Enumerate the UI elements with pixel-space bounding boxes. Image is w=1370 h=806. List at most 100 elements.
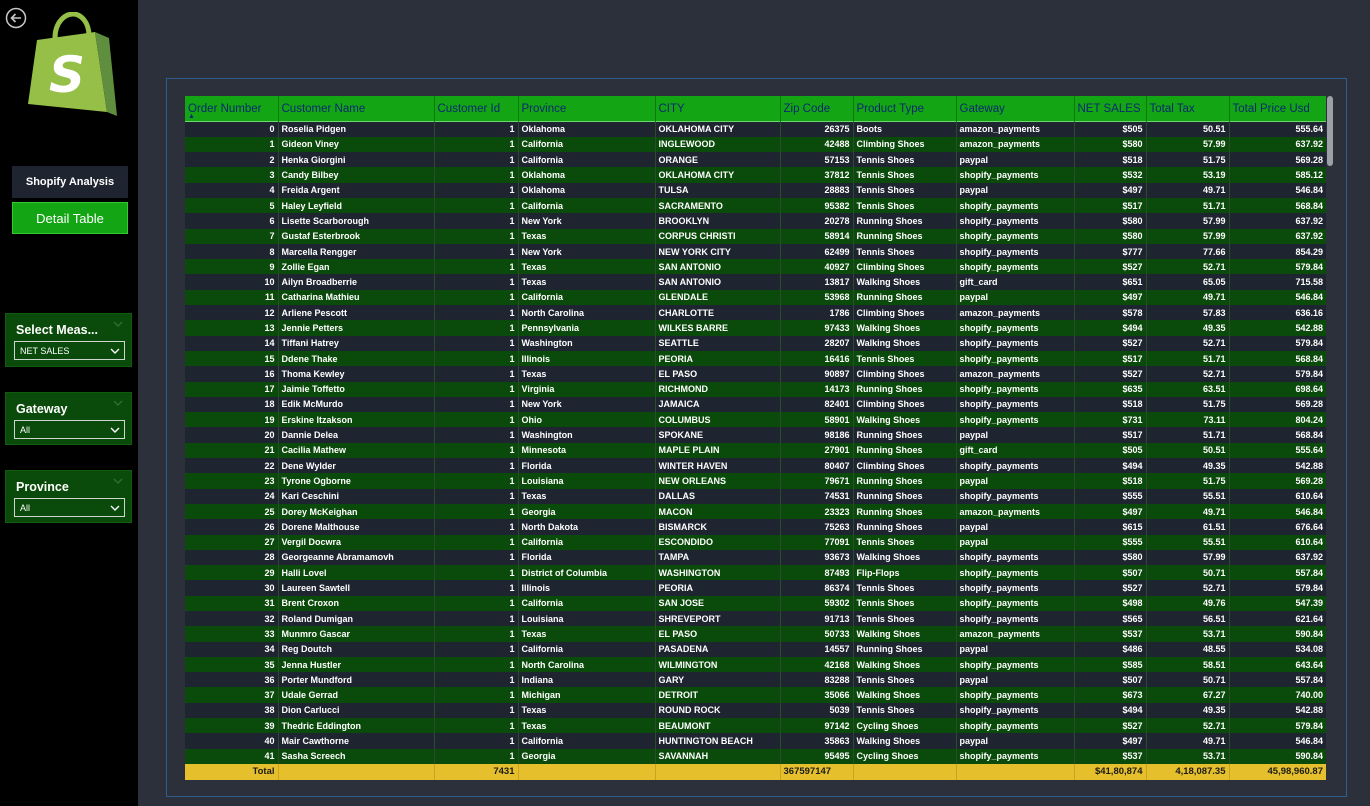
table-row[interactable]: 4 Freida Argent 1 Oklahoma TULSA 28883 Tennis … (185, 182, 1326, 198)
column-header-customer-id[interactable]: Customer Id (433, 96, 518, 122)
table-row[interactable]: 40 Mair Cawthorne 1 California HUNTINGTON BE… (185, 733, 1326, 749)
table-row[interactable]: 23 Tyrone Ogborne 1 Louisiana NEW ORLEANS 796… (185, 473, 1326, 489)
table-row[interactable]: 30 Laureen Sawtell 1 Illinois PEORIA 86374 Ten… (185, 580, 1326, 596)
table-row[interactable]: 34 Reg Doutch 1 California PASADENA 14557 Runn… (185, 641, 1326, 657)
cell-total-price-usd: 637.92 (1228, 213, 1326, 229)
cell-customer-id: 1 (433, 335, 518, 351)
table-row[interactable]: 14 Tiffani Hatrey 1 Washington SEATTLE 28207 W… (185, 335, 1326, 351)
back-arrow-icon[interactable] (5, 7, 27, 29)
cell-net-sales: $497 (1073, 503, 1146, 520)
table-row[interactable]: 25 Dorey McKeighan 1 Georgia MACON 23323 Runni… (185, 503, 1326, 520)
table-row[interactable]: 24 Kari Ceschini 1 Texas DALLAS 74531 Running … (185, 488, 1326, 504)
cell-total-price-usd: 568.84 (1228, 427, 1326, 443)
cell-total-tax: 50.51 (1145, 121, 1229, 137)
table-row[interactable]: 2 Henka Giorgini 1 California ORANGE 57153 Ten… (185, 152, 1326, 168)
column-header-total-tax[interactable]: Total Tax (1145, 96, 1229, 122)
chevron-down-icon[interactable] (113, 319, 123, 329)
cell-total-tax: 57.83 (1145, 305, 1229, 321)
table-row[interactable]: 17 Jaimie Toffetto 1 Virginia RICHMOND 14173 R… (185, 381, 1326, 397)
table-row[interactable]: 0 Roselia Pidgen 1 Oklahoma OKLAHOMA CITY 263… (185, 121, 1326, 137)
table-row[interactable]: 10 Ailyn Broadberrie 1 Texas SAN ANTONIO 1381… (185, 274, 1326, 290)
measure-dropdown[interactable]: NET SALES (14, 341, 125, 360)
column-header-city[interactable]: CITY (654, 96, 780, 122)
cell-city: SAN ANTONIO (654, 259, 780, 275)
table-row[interactable]: 15 Ddene Thake 1 Illinois PEORIA 16416 Tennis … (185, 350, 1326, 367)
chevron-down-icon[interactable] (113, 476, 123, 486)
column-header-gateway[interactable]: Gateway (955, 96, 1074, 122)
table-row[interactable]: 38 Dion Carlucci 1 Texas ROUND ROCK 5039 Tenni… (185, 702, 1326, 719)
cell-order-number: 12 (264, 307, 275, 318)
table-row[interactable]: 1 Gideon Viney 1 California INGLEWOOD 42488 Cl… (185, 136, 1326, 153)
cell-zip-code: 58901 (779, 412, 853, 428)
gateway-slicer: Gateway All (5, 392, 132, 445)
table-row[interactable]: 33 Munmro Gascar 1 Texas EL PASO 50733 Walking… (185, 626, 1326, 642)
table-row[interactable]: 3 Candy Bilbey 1 Oklahoma OKLAHOMA CITY 37812… (185, 167, 1326, 183)
table-row[interactable]: 39 Thedric Eddington 1 Texas BEAUMONT 97142 Cy… (185, 718, 1326, 734)
table-row[interactable]: 28 Georgeanne Abramamovh 1 Florida TAMPA 9367… (185, 549, 1326, 566)
column-header-order-number[interactable]: Order Number ▲ (185, 96, 278, 122)
cell-customer-id: 1 (433, 473, 518, 489)
cell-province: New York (517, 396, 655, 413)
table-row[interactable]: 21 Cacilia Mathew 1 Minnesota MAPLE PLAIN 279… (185, 442, 1326, 459)
table-row[interactable]: 26 Dorene Malthouse 1 North Dakota BISMARCK 7… (185, 519, 1326, 535)
cell-province: North Dakota (517, 519, 655, 535)
cell-gateway: shopify_payments (955, 488, 1074, 504)
table-scrollbar-thumb[interactable] (1327, 96, 1333, 166)
table-row[interactable]: 7 Gustaf Esterbrook 1 Texas CORPUS CHRISTI 58… (185, 228, 1326, 244)
nav-shopify-analysis-button[interactable]: Shopify Analysis (12, 166, 128, 198)
cell-net-sales: $580 (1073, 136, 1146, 153)
cell-city: ROUND ROCK (654, 702, 780, 719)
table-row[interactable]: 20 Dannie Delea 1 Washington SPOKANE 98186 Run… (185, 427, 1326, 443)
cell-customer-id: 1 (433, 656, 518, 673)
cell-total-tax: 53.19 (1145, 167, 1229, 183)
cell-order-number: 9 (269, 261, 275, 272)
table-row[interactable]: 29 Halli Lovel 1 District of Columbia WASHIN… (185, 565, 1326, 581)
table-row[interactable]: 41 Sasha Screech 1 Georgia SAVANNAH 95495 Cycl… (185, 748, 1326, 764)
cell-total-price-usd: 546.84 (1228, 182, 1326, 198)
table-row[interactable]: 12 Arliene Pescott 1 North Carolina CHARLOTT… (185, 305, 1326, 321)
cell-total-tax: 52.71 (1145, 259, 1229, 275)
table-row[interactable]: 27 Vergil Docwra 1 California ESCONDIDO 77091… (185, 534, 1326, 550)
column-header-total-price-usd[interactable]: Total Price Usd (1228, 96, 1326, 122)
column-header-zip-code[interactable]: Zip Code (779, 96, 853, 122)
cell-net-sales: $532 (1073, 167, 1146, 183)
column-header-product-type[interactable]: Product Type (852, 96, 956, 122)
table-row[interactable]: 11 Catharina Mathieu 1 California GLENDALE 53… (185, 289, 1326, 306)
chevron-down-icon[interactable] (113, 398, 123, 408)
cell-product-type: Walking Shoes (852, 320, 956, 336)
cell-net-sales: $565 (1073, 611, 1146, 627)
cell-order-number: 16 (264, 368, 275, 379)
cell-net-sales: $527 (1073, 259, 1146, 275)
table-scrollbar[interactable] (1326, 96, 1334, 767)
province-dropdown[interactable]: All (14, 498, 125, 517)
cell-gateway: shopify_payments (955, 718, 1074, 734)
cell-zip-code: 5039 (779, 702, 853, 719)
cell-customer-id: 1 (433, 549, 518, 566)
table-row[interactable]: 31 Brent Croxon 1 California SAN JOSE 59302 Te… (185, 595, 1326, 611)
table-row[interactable]: 35 Jenna Hustler 1 North Carolina WILMINGTON… (185, 656, 1326, 673)
cell-order-number: 38 (264, 705, 275, 716)
cell-product-type: Climbing Shoes (852, 458, 956, 474)
table-row[interactable]: 5 Haley Leyfield 1 California SACRAMENTO 9538… (185, 197, 1326, 214)
column-header-net-sales[interactable]: NET SALES (1073, 96, 1146, 122)
table-row[interactable]: 22 Dene Wylder 1 Florida WINTER HAVEN 80407 Cl… (185, 458, 1326, 474)
gateway-dropdown[interactable]: All (14, 420, 125, 439)
table-row[interactable]: 8 Marcella Rengger 1 New York NEW YORK CITY 6… (185, 243, 1326, 260)
table-row[interactable]: 9 Zollie Egan 1 Texas SAN ANTONIO 40927 Climbi… (185, 259, 1326, 275)
cell-total-price-usd: 568.84 (1228, 197, 1326, 214)
cell-total-tax: 48.55 (1145, 641, 1229, 657)
table-row[interactable]: 6 Lisette Scarborough 1 New York BROOKLYN 202… (185, 213, 1326, 229)
column-header-province[interactable]: Province (517, 96, 655, 122)
cell-customer-name: Haley Leyfield (277, 197, 434, 214)
table-row[interactable]: 16 Thoma Kewley 1 Texas EL PASO 90897 Climbing… (185, 366, 1326, 382)
cell-order-number: 33 (264, 628, 275, 639)
column-header-customer-name[interactable]: Customer Name (277, 96, 434, 122)
table-row[interactable]: 36 Porter Mundford 1 Indiana GARY 83288 Tennis… (185, 672, 1326, 688)
table-row[interactable]: 18 Edik McMurdo 1 New York JAMAICA 82401 Climb… (185, 396, 1326, 413)
nav-detail-table-button[interactable]: Detail Table (12, 202, 128, 234)
cell-product-type: Tennis Shoes (852, 167, 956, 183)
table-row[interactable]: 37 Udale Gerrad 1 Michigan DETROIT 35066 Walki… (185, 687, 1326, 703)
table-row[interactable]: 32 Roland Dumigan 1 Louisiana SHREVEPORT 9171… (185, 611, 1326, 627)
table-row[interactable]: 19 Erskine Itzakson 1 Ohio COLUMBUS 58901 Walk… (185, 412, 1326, 428)
table-row[interactable]: 13 Jennie Petters 1 Pennsylvania WILKES BARR… (185, 320, 1326, 336)
